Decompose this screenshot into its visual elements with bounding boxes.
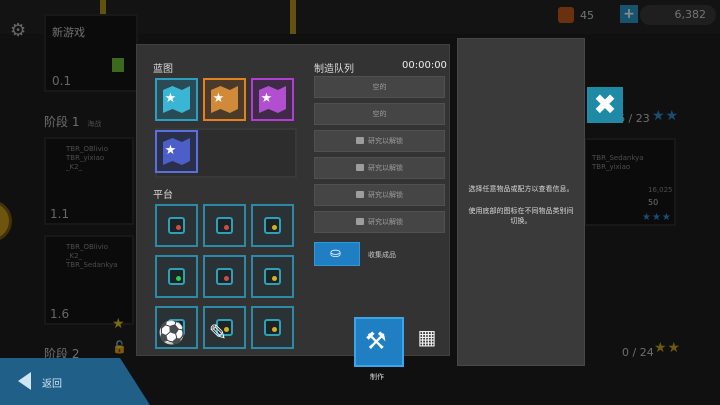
blueprint-slot[interactable]: ★ — [155, 130, 198, 173]
box-tab[interactable]: ▦ — [414, 324, 440, 350]
platform-dot — [272, 276, 277, 281]
queue-slot-label: 研究以解锁 — [368, 164, 403, 172]
star-icon: ★ — [164, 91, 177, 106]
back-arrow-icon — [18, 372, 31, 390]
platform-icon — [168, 268, 185, 285]
lock-icon — [356, 163, 364, 171]
blueprint-slot[interactable]: ★ — [203, 78, 246, 121]
locked-queue-slot[interactable]: 研究以解锁 — [314, 184, 445, 206]
queue-slot-label: 空的 — [372, 83, 387, 91]
collect-label: 收集成品 — [368, 251, 396, 259]
platform-dot — [272, 327, 277, 332]
queue-slot-label: 研究以解锁 — [368, 137, 403, 145]
queue-timer: 00:00:00 — [402, 60, 447, 71]
platform-dot — [224, 225, 229, 230]
lock-icon — [356, 190, 364, 198]
screen: ⚙ 45 + 6,382 新游戏 0.1 阶段 1 海战 6 / 23 ★★ T… — [0, 0, 720, 405]
blueprints-label: 蓝图 — [153, 64, 173, 75]
platform-dot — [272, 225, 277, 230]
platform-icon — [216, 268, 233, 285]
info-panel — [457, 38, 585, 366]
locked-queue-slot[interactable]: 研究以解锁 — [314, 157, 445, 179]
platform-slot[interactable] — [203, 204, 246, 247]
queue-slot-label: 空的 — [372, 110, 387, 118]
locked-queue-slot[interactable]: 研究以解锁 — [314, 130, 445, 152]
queue-slot[interactable]: 空的 — [314, 76, 445, 98]
collect-button[interactable]: ⛀ — [314, 242, 360, 266]
platform-slot[interactable] — [155, 255, 198, 298]
platform-slot[interactable] — [251, 255, 294, 298]
queue-title: 制造队列 — [314, 64, 354, 75]
craft-tab-label: 制作 — [370, 373, 384, 381]
tools-icon: ⚒ — [365, 327, 387, 355]
info-line2: 使用底部的图标在不同物品类别间切换。 — [468, 207, 574, 225]
platform-dot — [224, 276, 229, 281]
back-label: 返回 — [42, 379, 62, 390]
blueprint-slot[interactable]: ★ — [251, 78, 294, 121]
locked-queue-slot[interactable]: 研究以解锁 — [314, 211, 445, 233]
blueprint-slot[interactable]: ★ — [155, 78, 198, 121]
ball-icon[interactable]: ⚽ — [158, 320, 186, 348]
craft-tab[interactable]: ⚒ — [354, 317, 404, 367]
star-icon: ★ — [212, 91, 225, 106]
queue-slot-label: 研究以解锁 — [368, 191, 403, 199]
platforms-label: 平台 — [153, 190, 173, 201]
lock-icon — [356, 136, 364, 144]
platform-dot — [176, 225, 181, 230]
platform-icon — [264, 268, 281, 285]
info-line1: 选择任意物品或配方以查看信息。 — [468, 185, 574, 193]
platform-icon — [264, 319, 281, 336]
platform-slot[interactable] — [251, 204, 294, 247]
queue-slot-label: 研究以解锁 — [368, 218, 403, 226]
platform-slot[interactable] — [155, 204, 198, 247]
platform-dot — [176, 276, 181, 281]
pen-icon[interactable]: ✎ — [204, 320, 232, 348]
platform-slot[interactable] — [203, 255, 246, 298]
close-button[interactable]: ✖ — [587, 87, 623, 123]
platform-icon — [264, 217, 281, 234]
star-icon: ★ — [164, 143, 177, 158]
queue-slot[interactable]: 空的 — [314, 103, 445, 125]
platform-slot[interactable] — [251, 306, 294, 349]
collect-icon: ⛀ — [330, 246, 341, 261]
platform-icon — [168, 217, 185, 234]
lock-icon — [356, 217, 364, 225]
star-icon: ★ — [260, 91, 273, 106]
platform-icon — [216, 217, 233, 234]
